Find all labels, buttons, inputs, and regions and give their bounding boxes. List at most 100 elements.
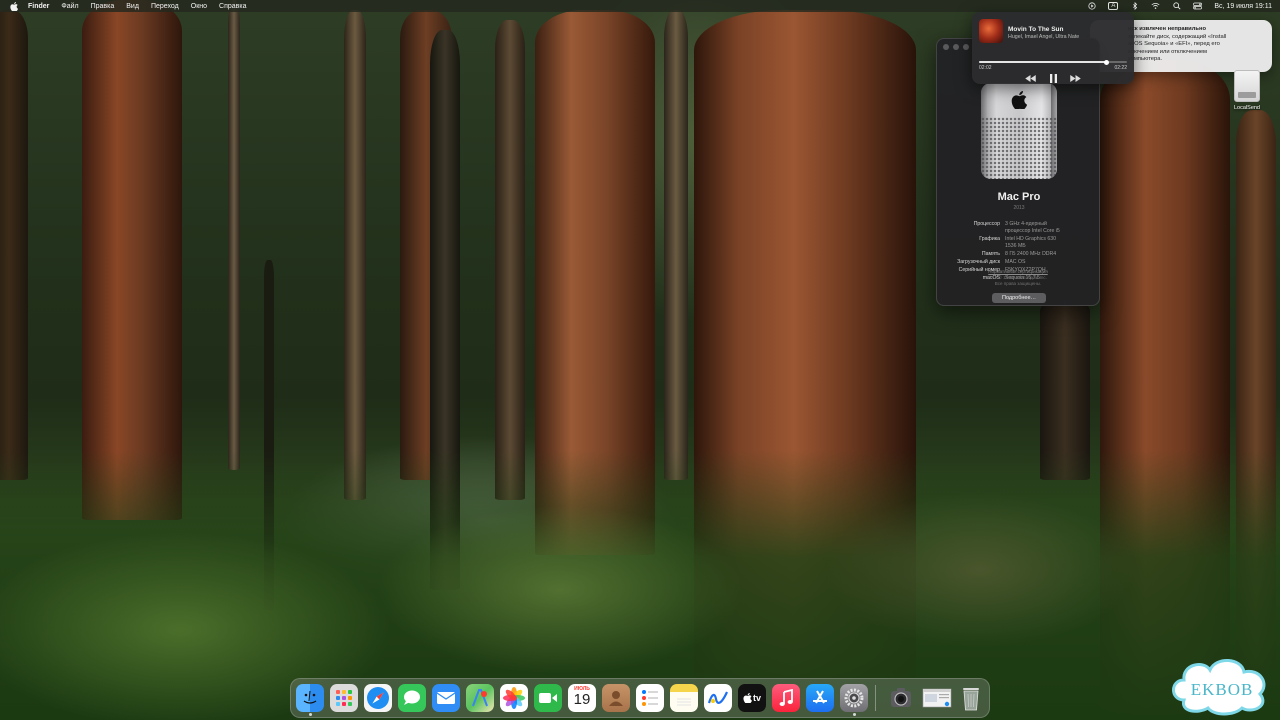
dock-app-store[interactable] <box>806 684 834 712</box>
reminders-icon <box>642 690 658 706</box>
notification-line: звлекайте диск, содержащий «Install <box>1128 33 1227 40</box>
dock-apple-tv[interactable]: tv <box>738 684 766 712</box>
now-playing-icon[interactable] <box>1087 2 1096 11</box>
notification-line: компьютера. <box>1128 56 1163 62</box>
more-info-button[interactable]: Подробнее… <box>992 293 1046 303</box>
desktop-icon-localsend[interactable]: LocalSend <box>1226 70 1268 111</box>
spec-row: Загрузочный диск MAC OS <box>937 259 1101 266</box>
watermark-text: EKBOB <box>1191 680 1254 699</box>
dock-recent-document[interactable] <box>921 684 953 712</box>
spec-key <box>937 243 1005 250</box>
menu-go[interactable]: Переход <box>151 3 179 10</box>
photos-icon <box>503 687 525 709</box>
notification-title: иск извлечен неправильно <box>1128 26 1207 32</box>
menu-finder[interactable]: Finder <box>28 3 49 10</box>
track-artist: Hugel, Imael Angel, Ultra Nate <box>1008 34 1080 40</box>
facetime-icon <box>539 693 557 703</box>
dock-facetime[interactable] <box>534 684 562 712</box>
dock-freeform[interactable] <box>704 684 732 712</box>
notification-line: acOS Sequoia» и «EFI», перед его <box>1128 41 1220 47</box>
menu-bar: Finder Файл Правка Вид Переход Окно Спра… <box>0 0 1280 12</box>
dock-screenshot[interactable] <box>887 684 915 712</box>
apple-tv-label: tv <box>752 693 761 703</box>
next-track-button[interactable] <box>1069 73 1081 83</box>
drive-icon <box>1234 70 1260 102</box>
track-title: Movin To The Sun <box>1008 26 1064 33</box>
trash-icon <box>963 688 979 711</box>
music-note-icon <box>779 689 793 706</box>
mac-pro-image <box>981 83 1057 179</box>
menu-view[interactable]: Вид <box>126 3 139 10</box>
apple-tv-icon <box>743 693 752 703</box>
launchpad-icon <box>336 690 352 706</box>
mail-icon <box>436 692 456 704</box>
time-total: 02:22 <box>1114 65 1127 71</box>
progress-knob[interactable] <box>1103 59 1109 65</box>
search-icon[interactable] <box>1172 2 1181 11</box>
dock-photos[interactable] <box>500 684 528 712</box>
dock-reminders[interactable] <box>636 684 664 712</box>
gear-icon <box>844 688 864 708</box>
camera-icon <box>891 688 911 707</box>
progress-fill <box>979 61 1107 63</box>
dock-calendar[interactable]: ИЮЛЬ 19 <box>568 684 596 712</box>
spec-key <box>937 228 1005 235</box>
control-center-icon[interactable] <box>1193 2 1203 11</box>
zoom-window-button[interactable] <box>963 44 969 50</box>
document-thumbnail-icon <box>922 688 952 708</box>
playback-progress-slider[interactable] <box>979 59 1127 65</box>
time-elapsed: 02:02 <box>979 65 992 71</box>
maps-icon <box>472 689 488 707</box>
spec-row: 1536 МБ <box>937 243 1101 250</box>
pause-button[interactable] <box>1047 73 1059 83</box>
dock-messages[interactable] <box>398 684 426 712</box>
dock-contacts[interactable] <box>602 684 630 712</box>
menu-bar-clock[interactable]: Вс, 19 июля 19:11 <box>1214 3 1272 10</box>
dock-launchpad[interactable] <box>330 684 358 712</box>
dock-system-settings[interactable] <box>840 684 868 712</box>
notes-icon <box>677 698 691 706</box>
spec-row: Память 8 ГБ 2400 MHz DDR4 <box>937 251 1101 258</box>
watermark-logo: EKBOB <box>1166 650 1276 716</box>
about-footer: Нормативная сертификация ™ и © 1983–2026… <box>936 269 1100 287</box>
calendar-day: 19 <box>573 691 591 708</box>
now-playing-widget: Movin To The Sun Hugel, Imael Angel, Ult… <box>972 12 1134 84</box>
spec-row: процессор Intel Core i5 <box>937 228 1101 235</box>
dock-notes[interactable] <box>670 684 698 712</box>
model-year: 2013 <box>1013 205 1025 211</box>
dock-finder[interactable] <box>296 684 324 712</box>
wifi-icon[interactable] <box>1151 2 1160 11</box>
minimize-window-button[interactable] <box>953 44 959 50</box>
close-window-button[interactable] <box>943 44 949 50</box>
apple-menu-icon[interactable] <box>10 1 20 11</box>
contacts-icon <box>609 691 623 706</box>
spec-value: MAC OS <box>1005 259 1026 265</box>
album-art[interactable] <box>979 19 1003 43</box>
input-source-icon[interactable]: A <box>1108 2 1119 10</box>
dock: ИЮЛЬ 19 tv <box>290 678 990 718</box>
spec-key: Загрузочный диск <box>957 259 1000 265</box>
dock-music[interactable] <box>772 684 800 712</box>
rights-line: Все права защищены. <box>994 281 1042 286</box>
apple-logo-icon <box>1011 91 1027 109</box>
dock-safari[interactable] <box>364 684 392 712</box>
window-controls <box>943 44 969 50</box>
menu-help[interactable]: Справка <box>219 3 246 10</box>
menu-window[interactable]: Окно <box>191 3 207 10</box>
messages-icon <box>404 690 420 705</box>
dock-mail[interactable] <box>432 684 460 712</box>
dock-trash[interactable] <box>957 684 985 712</box>
spec-value: 1536 МБ <box>1005 242 1026 249</box>
spec-key: Память <box>981 251 1000 257</box>
model-name: Mac Pro <box>997 191 1041 203</box>
spec-value: процессор Intel Core i5 <box>1005 227 1060 234</box>
previous-track-button[interactable] <box>1024 73 1036 83</box>
menu-file[interactable]: Файл <box>61 3 78 10</box>
desktop-icon-label: LocalSend <box>1234 105 1260 111</box>
dock-maps[interactable] <box>466 684 494 712</box>
app-store-icon <box>813 690 827 704</box>
notification-line: ключением или отключением <box>1128 48 1208 55</box>
menu-edit[interactable]: Правка <box>91 3 115 10</box>
bluetooth-icon[interactable] <box>1130 2 1139 11</box>
freeform-icon <box>707 691 728 704</box>
